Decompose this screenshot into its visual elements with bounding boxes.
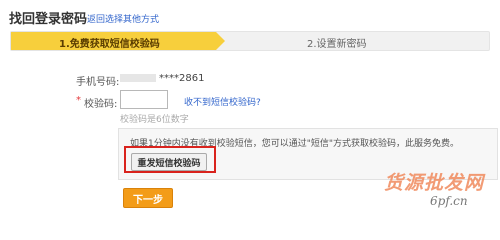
phone-number-suffix: ****2861	[159, 73, 205, 84]
verification-code-input[interactable]	[120, 90, 168, 109]
no-sms-received-link[interactable]: 收不到短信校验码?	[184, 95, 261, 108]
page-title: 找回登录密码	[9, 12, 88, 27]
step-2-label: 2.设置新密码	[307, 39, 367, 50]
watermark-url: 6pf.cn	[430, 194, 468, 208]
code-format-hint: 校验码是6位数字	[120, 115, 189, 125]
alt-method-link[interactable]: 返回选择其他方式	[87, 12, 159, 25]
phone-number-value: ****2861	[120, 73, 204, 84]
resend-sms-code-button[interactable]: 重发短信校验码	[131, 153, 207, 171]
phone-mask-block	[120, 74, 156, 82]
step-progress-bar: 1.免费获取短信校验码 2.设置新密码	[10, 31, 490, 51]
watermark-logo-text: 货源批发网	[384, 172, 485, 194]
verification-code-label: 校验码:	[84, 99, 118, 110]
required-asterisk: *	[76, 95, 81, 106]
phone-label: 手机号码:	[76, 77, 120, 88]
next-step-button[interactable]: 下一步	[123, 188, 173, 208]
step-1-label: 1.免费获取短信校验码	[59, 39, 160, 50]
resend-notice-text: 如果1分钟内没有收到校验短信，您可以通过"短信"方式获取校验码，此服务免费。	[130, 139, 460, 149]
